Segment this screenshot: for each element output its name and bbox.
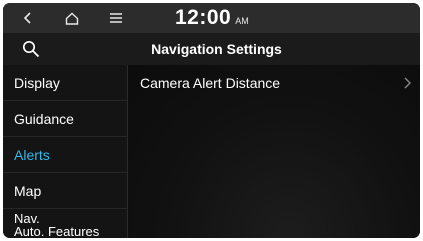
camera-alert-distance-row[interactable]: Camera Alert Distance (128, 65, 420, 101)
sidebar-item-label: Map (14, 182, 42, 199)
search-button[interactable] (18, 37, 44, 61)
clock: 12:00 AM (175, 6, 249, 32)
sidebar-item-label-line2: Auto. Features (14, 224, 100, 238)
sidebar-item-label: Alerts (14, 146, 50, 163)
sidebar-item-label: Display (14, 74, 60, 91)
head-unit-screen: 12:00 AM Navigation Settings Display Gui… (3, 3, 420, 238)
home-icon[interactable] (59, 3, 85, 33)
status-bar: 12:00 AM (3, 3, 420, 33)
sidebar-item-alerts[interactable]: Alerts (3, 137, 127, 173)
settings-content: Camera Alert Distance (128, 65, 420, 238)
sidebar-item-guidance[interactable]: Guidance (3, 101, 127, 137)
chevron-right-icon (402, 76, 412, 90)
row-label: Camera Alert Distance (140, 75, 281, 91)
device-frame: 12:00 AM Navigation Settings Display Gui… (0, 0, 423, 241)
page-title: Navigation Settings (151, 41, 282, 57)
sidebar-item-nav-auto-features[interactable]: Nav. Auto. Features (3, 209, 127, 238)
settings-sidebar: Display Guidance Alerts Map Nav. Auto. F… (3, 65, 127, 238)
sidebar-item-display[interactable]: Display (3, 65, 127, 101)
sidebar-item-label: Guidance (14, 110, 74, 127)
search-icon (22, 40, 40, 58)
menu-icon[interactable] (103, 3, 129, 33)
clock-time: 12:00 (175, 6, 232, 29)
title-bar: Navigation Settings (3, 33, 420, 65)
sidebar-item-map[interactable]: Map (3, 173, 127, 209)
back-chevron-icon[interactable] (15, 3, 41, 33)
clock-ampm: AM (235, 16, 249, 26)
